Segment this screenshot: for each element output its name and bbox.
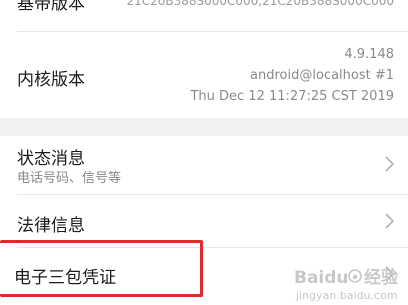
status-info-label: 状态消息 (17, 149, 85, 169)
kernel-version-label: 内核版本 (17, 70, 85, 90)
kernel-version-value: 4.9.148 android@localhost #1 Thu Dec 12 … (190, 44, 394, 107)
watermark-suffix: 经验 (364, 267, 399, 288)
paw-icon (348, 269, 362, 283)
about-phone-screen: 基带版本 21C20B388S000C000,21C20B388S000C000… (0, 0, 408, 305)
status-info-subtitle: 电话号码、信号等 (17, 171, 122, 186)
legal-info-label: 法律信息 (17, 216, 85, 236)
section-gap (0, 118, 408, 136)
kernel-build-date: Thu Dec 12 11:27:25 CST 2019 (190, 89, 394, 104)
kernel-version-number: 4.9.148 (344, 47, 394, 62)
baidu-jingyan-watermark: Baidu 经验 jingyan.baidu.com (294, 267, 399, 302)
kernel-build-host: android@localhost #1 (250, 68, 394, 83)
highlight-annotation-box (0, 240, 203, 297)
watermark-brand: Baidu (294, 268, 349, 288)
kernel-version-row: 内核版本 4.9.148 android@localhost #1 Thu De… (0, 32, 408, 118)
chevron-right-icon (385, 156, 394, 172)
watermark-url: jingyan.baidu.com (295, 289, 398, 302)
status-info-item[interactable]: 状态消息 电话号码、信号等 (0, 136, 408, 193)
baseband-version-value: 21C20B388S000C000,21C20B388S000C000 (126, 0, 394, 8)
baseband-version-row: 基带版本 21C20B388S000C000,21C20B388S000C000 (0, 0, 408, 30)
chevron-right-icon (385, 213, 394, 229)
baseband-version-label: 基带版本 (17, 0, 85, 14)
